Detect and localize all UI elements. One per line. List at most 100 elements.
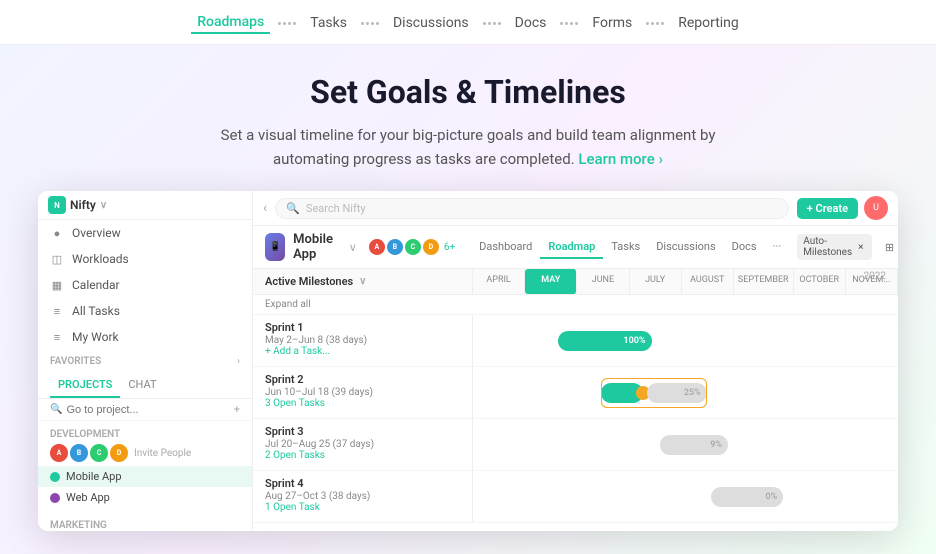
- dev-avatar-2: B: [70, 444, 88, 462]
- auto-milestone-badge[interactable]: Auto-Milestones ×: [797, 234, 872, 260]
- roadmap-header-row: Active Milestones ∨ 2022 APRIL MAY JUNE …: [253, 269, 898, 295]
- proj-member-2: B: [387, 239, 403, 255]
- view-mode-icons: ⊞ ≡ D W M Y ⤢: [878, 236, 898, 258]
- sprint-3-bar[interactable]: 9%: [660, 435, 728, 455]
- dev-avatar-1: A: [50, 444, 68, 462]
- proj-member-3: C: [405, 239, 421, 255]
- month-april: APRIL: [473, 269, 525, 294]
- sidebar-item-workloads[interactable]: ◫ Workloads: [38, 246, 252, 272]
- roadmap-timeline-header: 2022 APRIL MAY JUNE JULY AUGUST SEPTEMBE…: [473, 269, 898, 294]
- sprint-2-dates: Jun 10–Jul 18 (39 days): [265, 387, 460, 398]
- hero-description: Set a visual timeline for your big-pictu…: [218, 123, 718, 171]
- nav-item-discussions[interactable]: Discussions: [387, 13, 475, 33]
- sprint-4-bar[interactable]: 0%: [711, 487, 783, 507]
- sidebar-tab-chat-label: CHAT: [128, 378, 156, 391]
- nav-item-reporting[interactable]: Reporting: [672, 13, 745, 33]
- proj-tab-discussions[interactable]: Discussions: [648, 236, 723, 259]
- project-topbar: 📱 Mobile App ∨ A B C D 6+ Dashboard Road…: [253, 226, 898, 269]
- nav-label-docs: Docs: [515, 15, 547, 31]
- expand-all-row[interactable]: Expand all: [253, 295, 898, 315]
- top-nav: Roadmaps Tasks Discussions Docs Forms Re…: [0, 0, 936, 45]
- main-content: ‹ 🔍 Search Nifty + Create U 📱 Mobile App…: [253, 191, 898, 531]
- sidebar-item-all-tasks[interactable]: ≡ All Tasks: [38, 298, 252, 324]
- search-icon: 🔍: [286, 202, 300, 215]
- expand-all-label: Expand all: [265, 299, 311, 310]
- sprint-3-info: Sprint 3 Jul 20–Aug 25 (37 days) 2 Open …: [253, 419, 473, 470]
- development-label: DEVELOPMENT: [50, 429, 120, 440]
- proj-tab-more[interactable]: ···: [765, 236, 790, 259]
- web-app-dot: [50, 493, 60, 503]
- all-tasks-icon: ≡: [50, 304, 64, 318]
- sprint-4-dates: Aug 27–Oct 3 (38 days): [265, 491, 460, 502]
- nav-item-forms[interactable]: Forms: [586, 13, 638, 33]
- proj-tab-tasks[interactable]: Tasks: [603, 236, 648, 259]
- sprint-2-tasks[interactable]: 3 Open Tasks: [265, 398, 460, 409]
- proj-member-4: D: [423, 239, 439, 255]
- marketing-section: MARKETING E F G Invite People Q1 Marketi…: [38, 512, 252, 531]
- nav-item-roadmaps[interactable]: Roadmaps: [191, 12, 270, 34]
- project-topbar-left: 📱 Mobile App ∨ A B C D 6+ Dashboard Road…: [265, 232, 789, 262]
- search-icon: 🔍: [50, 404, 62, 415]
- my-work-icon: ≡: [50, 330, 64, 344]
- proj-tab-dashboard[interactable]: Dashboard: [471, 236, 540, 259]
- nav-label-forms: Forms: [592, 15, 632, 31]
- sprint-row-3: Sprint 3 Jul 20–Aug 25 (37 days) 2 Open …: [253, 419, 898, 471]
- sprint-1-percent: 100%: [623, 336, 645, 346]
- roadmap-left-header: Active Milestones ∨: [253, 269, 473, 294]
- sprint-4-info: Sprint 4 Aug 27–Oct 3 (38 days) 1 Open T…: [253, 471, 473, 522]
- sidebar-tabs: PROJECTS CHAT: [38, 373, 252, 399]
- sidebar-tab-projects[interactable]: PROJECTS: [50, 373, 120, 398]
- nav-dots-1: [278, 22, 296, 25]
- sprint-2-timeline: 25%: [473, 367, 898, 418]
- project-chevron-icon: ∨: [349, 241, 357, 254]
- project-topbar-right: Auto-Milestones × ⊞ ≡ D W M Y ⤢ ↗ Share: [797, 234, 898, 260]
- sprint-row-1: Sprint 1 May 2–Jun 8 (38 days) + Add a T…: [253, 315, 898, 367]
- proj-tab-docs[interactable]: Docs: [724, 236, 765, 259]
- sprint-1-bar[interactable]: 100%: [558, 331, 652, 351]
- sidebar-item-calendar[interactable]: ▦ Calendar: [38, 272, 252, 298]
- auto-milestone-close[interactable]: ×: [855, 242, 866, 253]
- app-topbar: N Nifty ∨: [38, 191, 252, 220]
- app-screenshot: N Nifty ∨ ● Overview ◫ Workloads ▦ Calen…: [38, 191, 898, 531]
- nav-item-docs[interactable]: Docs: [509, 13, 553, 33]
- project-avatar: 📱: [265, 233, 285, 261]
- project-item-web-app[interactable]: Web App: [38, 487, 252, 508]
- proj-tab-roadmap[interactable]: Roadmap: [540, 236, 603, 259]
- sprint-1-tasks[interactable]: + Add a Task...: [265, 346, 460, 357]
- development-section: DEVELOPMENT A B C D Invite People Mobile…: [38, 421, 252, 512]
- month-july: JULY: [630, 269, 682, 294]
- create-button[interactable]: + Create: [797, 198, 858, 219]
- add-project-icon[interactable]: +: [234, 403, 240, 416]
- sprint-4-percent: 0%: [765, 492, 777, 502]
- month-october: OCTOBER: [794, 269, 846, 294]
- nifty-logo-icon: N: [48, 196, 66, 214]
- nifty-brand: N Nifty ∨: [48, 196, 107, 214]
- sidebar-search-input[interactable]: [66, 404, 229, 416]
- roadmap-area: Active Milestones ∨ 2022 APRIL MAY JUNE …: [253, 269, 898, 531]
- global-search[interactable]: 🔍 Search Nifty: [275, 198, 789, 219]
- sprint-1-dates: May 2–Jun 8 (38 days): [265, 335, 460, 346]
- sidebar-calendar-label: Calendar: [72, 278, 120, 292]
- dev-invite-btn[interactable]: Invite People: [134, 448, 191, 459]
- sidebar-tab-projects-label: PROJECTS: [58, 378, 112, 391]
- sprint-3-name: Sprint 3: [265, 425, 460, 438]
- project-item-mobile-app[interactable]: Mobile App: [38, 466, 252, 487]
- member-count: 6+: [444, 242, 455, 253]
- hero-learn-more-link[interactable]: Learn more: [578, 150, 663, 168]
- sprint-2-bar-gray: 25%: [647, 383, 707, 403]
- sidebar-all-tasks-label: All Tasks: [72, 304, 120, 318]
- back-icon[interactable]: ‹: [263, 200, 267, 216]
- sidebar-item-overview[interactable]: ● Overview: [38, 220, 252, 246]
- sidebar-search[interactable]: 🔍 +: [38, 399, 252, 421]
- view-grid-btn[interactable]: ⊞: [878, 236, 898, 258]
- sprint-3-timeline: 9%: [473, 419, 898, 470]
- dev-avatars: A B C D Invite People: [38, 442, 252, 466]
- sprint-4-tasks[interactable]: 1 Open Task: [265, 502, 460, 513]
- sprint-3-tasks[interactable]: 2 Open Tasks: [265, 450, 460, 461]
- nav-item-tasks[interactable]: Tasks: [304, 13, 353, 33]
- sprint-1-timeline: 100%: [473, 315, 898, 366]
- sidebar-tab-chat[interactable]: CHAT: [120, 373, 164, 398]
- sprint-1-name: Sprint 1: [265, 321, 460, 334]
- project-nav-tabs: Dashboard Roadmap Tasks Discussions Docs…: [471, 236, 789, 259]
- sidebar-item-my-work[interactable]: ≡ My Work: [38, 324, 252, 350]
